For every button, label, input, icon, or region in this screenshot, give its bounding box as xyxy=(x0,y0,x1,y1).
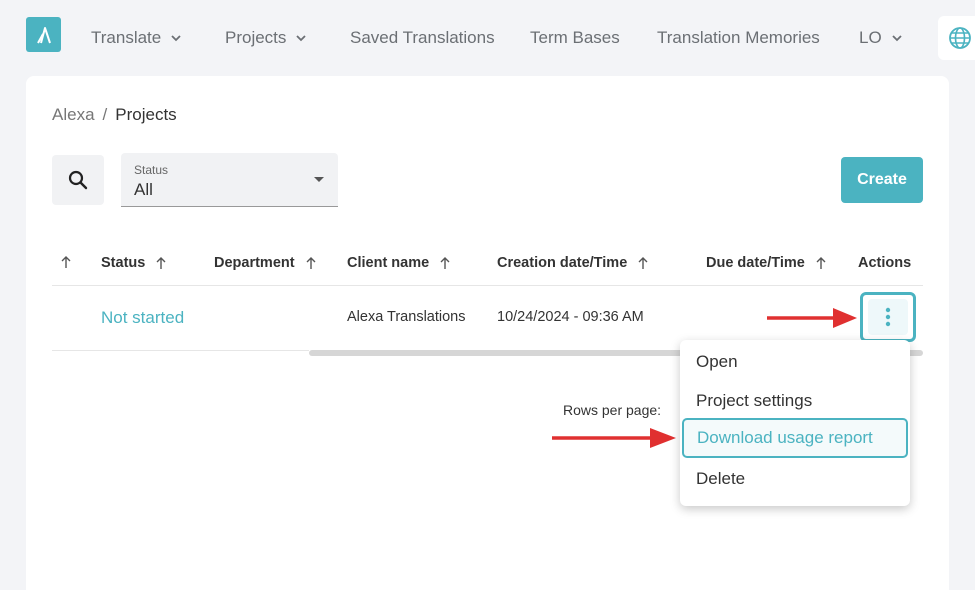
sort-arrow-icon xyxy=(440,257,450,269)
caret-down-icon xyxy=(314,177,324,182)
create-button[interactable]: Create xyxy=(841,157,923,203)
menu-item-open[interactable]: Open xyxy=(696,352,738,372)
top-navigation: Translate Projects Saved Translations Te… xyxy=(0,0,975,76)
sort-arrow-icon xyxy=(638,257,648,269)
nav-user-label: LO xyxy=(859,28,882,47)
header-creation-date[interactable]: Creation date/Time xyxy=(497,255,649,271)
nav-translate-label: Translate xyxy=(91,28,162,47)
row-divider xyxy=(52,350,309,351)
nav-translate[interactable]: Translate xyxy=(91,28,183,48)
status-filter-label: Status xyxy=(134,163,169,177)
menu-item-project-settings[interactable]: Project settings xyxy=(696,391,812,411)
nav-projects-label: Projects xyxy=(225,28,287,47)
more-vertical-icon xyxy=(885,307,891,327)
rows-per-page-label: Rows per page: xyxy=(563,402,662,418)
header-status[interactable]: Status xyxy=(101,255,167,271)
header-client-label: Client name xyxy=(347,255,430,271)
header-actions: Actions xyxy=(858,255,911,271)
header-department-label: Department xyxy=(214,255,295,271)
actions-menu: Open Project settings Download usage rep… xyxy=(680,340,910,506)
search-button[interactable] xyxy=(52,155,104,205)
sort-arrow-icon xyxy=(816,257,826,269)
breadcrumb-root[interactable]: Alexa xyxy=(52,105,95,125)
nav-user-menu[interactable]: LO xyxy=(859,28,904,48)
search-icon xyxy=(68,170,88,190)
row-actions-inner xyxy=(868,299,908,335)
header-client-name[interactable]: Client name xyxy=(347,255,451,271)
sort-arrow-icon xyxy=(156,257,166,269)
chevron-down-icon xyxy=(171,35,181,42)
breadcrumb-separator: / xyxy=(102,105,108,124)
chevron-down-icon xyxy=(296,35,307,42)
nav-translation-memories[interactable]: Translation Memories xyxy=(657,28,820,48)
select-all-sort[interactable] xyxy=(60,255,72,269)
row-client-name: Alexa Translations xyxy=(347,309,466,325)
nav-saved-translations-label: Saved Translations xyxy=(350,28,495,47)
header-due-label: Due date/Time xyxy=(706,255,805,271)
breadcrumb-current: Projects xyxy=(115,105,177,124)
status-filter-select[interactable]: Status All xyxy=(121,153,338,207)
header-due-date[interactable]: Due date/Time xyxy=(706,255,827,271)
sort-arrow-icon xyxy=(306,257,316,269)
arrow-up-icon xyxy=(61,256,71,268)
row-creation-date: 10/24/2024 - 09:36 AM xyxy=(497,309,644,325)
nav-translation-memories-label: Translation Memories xyxy=(657,28,820,47)
lambda-logo-icon[interactable] xyxy=(26,17,61,52)
row-status[interactable]: Not started xyxy=(101,308,184,328)
header-divider xyxy=(52,285,923,286)
language-button[interactable] xyxy=(938,16,975,60)
chevron-down-icon xyxy=(892,35,902,42)
globe-icon xyxy=(949,27,971,49)
annotation-arrow-icon xyxy=(767,308,857,328)
nav-saved-translations[interactable]: Saved Translations xyxy=(350,28,495,48)
nav-term-bases-label: Term Bases xyxy=(530,28,620,47)
nav-projects[interactable]: Projects xyxy=(225,28,308,48)
nav-term-bases[interactable]: Term Bases xyxy=(530,28,620,48)
header-status-label: Status xyxy=(101,255,146,271)
header-department[interactable]: Department xyxy=(214,255,317,271)
row-actions-button[interactable] xyxy=(860,292,916,342)
header-actions-label: Actions xyxy=(858,255,912,271)
menu-item-delete[interactable]: Delete xyxy=(696,469,745,489)
menu-item-download-usage-report[interactable]: Download usage report xyxy=(682,418,908,458)
status-filter-value: All xyxy=(134,180,153,199)
breadcrumb: Alexa / Projects xyxy=(52,105,177,125)
annotation-arrow-icon xyxy=(552,428,676,448)
header-created-label: Creation date/Time xyxy=(497,255,628,271)
